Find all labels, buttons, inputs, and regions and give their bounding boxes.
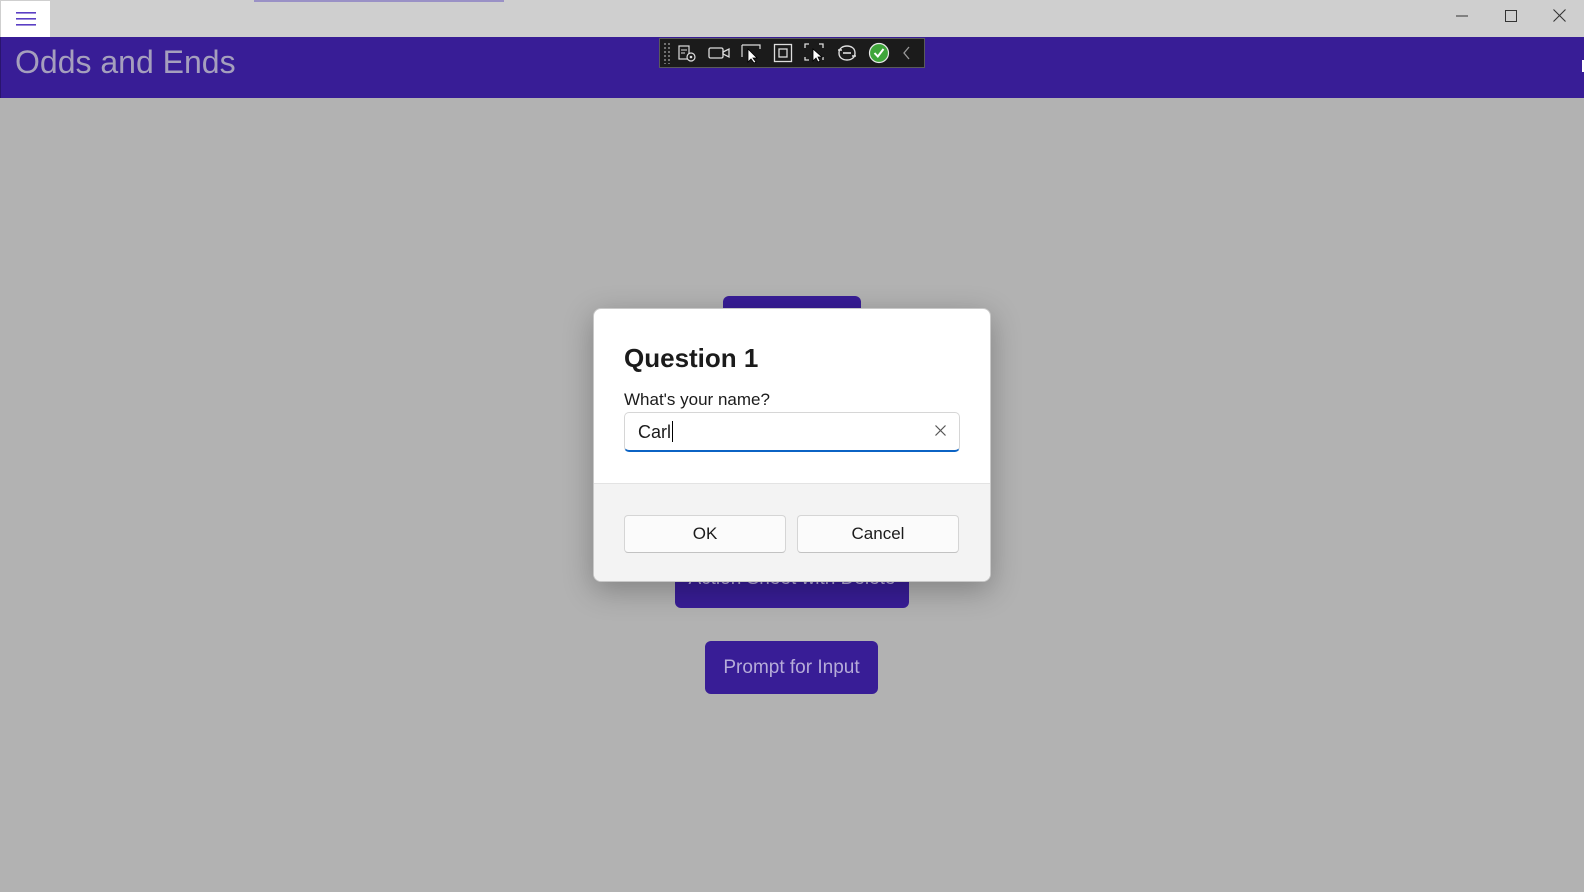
text-caret [672,421,674,442]
maximize-button[interactable] [1486,0,1535,36]
dialog-prompt-label: What's your name? [624,390,770,409]
binding-failures-icon [836,44,858,62]
display-layout-adorners-icon [773,43,793,63]
binding-failures-button[interactable] [831,39,863,67]
clear-icon [934,423,946,441]
cancel-button[interactable]: Cancel [797,515,959,553]
page-title: Odds and Ends [15,44,236,80]
display-layout-adorners-button[interactable] [767,39,799,67]
window-controls [1437,0,1584,36]
app-window: Odds and Ends Prompt for Input Question … [0,0,1584,892]
live-visual-tree-icon [677,43,697,63]
record-icon [708,45,730,61]
minimize-icon [1455,9,1468,27]
collapse-toolbar-button[interactable] [895,39,919,67]
menu-button[interactable] [1,1,50,37]
hot-reload-status-icon [868,42,890,64]
track-focus-button[interactable] [799,39,831,67]
hamburger-icon [15,12,36,26]
title-bar [0,0,1584,38]
prompt-dialog: Question 1 What's your name? Carl OK Can… [593,308,991,582]
track-focus-icon [804,43,826,63]
clear-input-button[interactable] [927,419,953,445]
maximize-icon [1504,9,1517,27]
name-input-value-wrap: Carl [638,421,674,443]
close-icon [1553,9,1566,27]
hot-reload-status-button[interactable] [863,39,895,67]
close-button[interactable] [1535,0,1584,36]
select-element-button[interactable] [735,39,767,67]
minimize-button[interactable] [1437,0,1486,36]
live-visual-tree-button[interactable] [671,39,703,67]
title-bar-accent [254,0,504,2]
name-input[interactable]: Carl [624,412,960,452]
collapse-chevron-icon [902,46,912,60]
ok-button[interactable]: OK [624,515,786,553]
dialog-footer: OK Cancel [594,483,990,581]
dialog-title: Question 1 [624,343,759,373]
xaml-debug-toolbar [659,38,925,68]
toolbar-grip-handle[interactable] [663,42,671,64]
select-element-icon [740,43,762,63]
prompt-for-input-button: Prompt for Input [705,641,878,694]
name-input-value: Carl [638,422,672,442]
record-button[interactable] [703,39,735,67]
prompt-button-label: Prompt for Input [723,656,860,678]
